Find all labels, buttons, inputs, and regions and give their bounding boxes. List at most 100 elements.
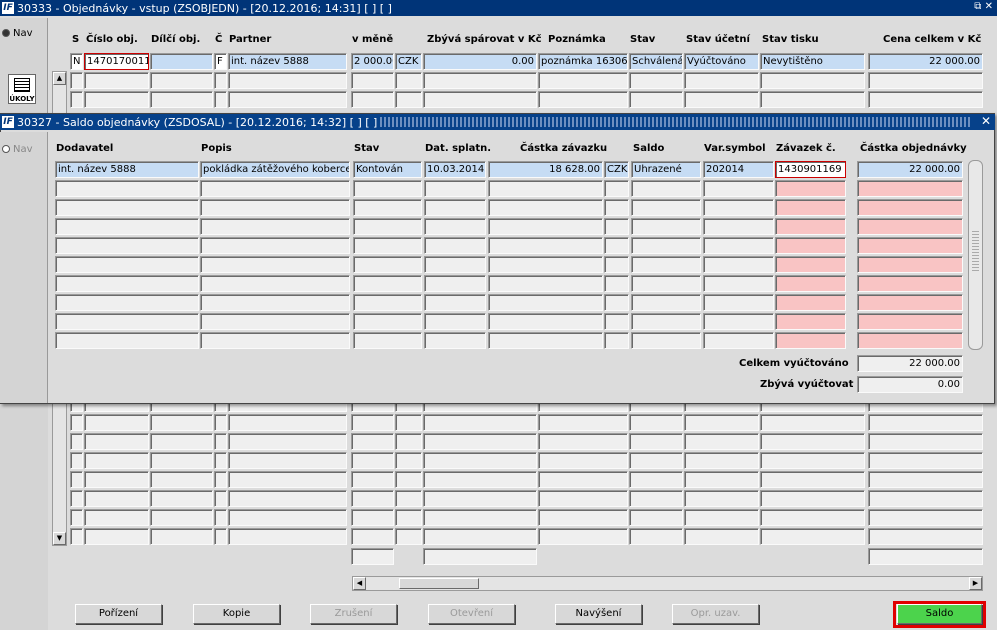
saldo-empty-cell[interactable]	[424, 256, 486, 273]
main-empty-cell[interactable]	[760, 433, 865, 450]
saldo-empty-cell[interactable]	[703, 275, 774, 292]
main-empty-cell[interactable]	[70, 471, 83, 488]
main-empty-cell[interactable]	[423, 433, 537, 450]
main-empty-cell[interactable]	[760, 490, 865, 507]
saldo-row1-saldo[interactable]: Uhrazené	[631, 161, 701, 178]
main-empty-cell[interactable]	[423, 91, 537, 108]
main-empty-cell[interactable]	[760, 414, 865, 431]
main-empty-cell[interactable]	[84, 72, 149, 89]
main-empty-cell[interactable]	[351, 433, 394, 450]
row1-zbyva[interactable]: 0.00	[423, 53, 537, 70]
saldo-empty-cell[interactable]	[488, 256, 603, 273]
main-empty-cell[interactable]	[684, 452, 759, 469]
main-empty-cell[interactable]	[684, 490, 759, 507]
saldo-empty-cell[interactable]	[631, 199, 701, 216]
main-empty-cell[interactable]	[684, 509, 759, 526]
saldo-empty-cell[interactable]	[488, 199, 603, 216]
saldo-empty-cell[interactable]	[353, 199, 422, 216]
saldo-empty-cell[interactable]	[200, 256, 350, 273]
saldo-empty-cell[interactable]	[631, 275, 701, 292]
main-empty-cell[interactable]	[538, 433, 628, 450]
row1-stav-ucetni[interactable]: Vyúčtováno	[684, 53, 759, 70]
main-empty-cell[interactable]	[868, 471, 983, 488]
porizeni-button[interactable]: Pořízení	[75, 604, 162, 624]
saldo-empty-cell[interactable]	[200, 218, 350, 235]
main-empty-cell[interactable]	[214, 433, 227, 450]
main-empty-cell[interactable]	[760, 72, 865, 89]
main-empty-cell[interactable]	[684, 91, 759, 108]
saldo-empty-cell[interactable]	[703, 237, 774, 254]
scroll-down-arrow-icon[interactable]: ▼	[53, 532, 66, 545]
saldo-empty-cell[interactable]	[200, 332, 350, 349]
saldo-empty-cell[interactable]	[604, 275, 629, 292]
main-empty-cell[interactable]	[395, 509, 422, 526]
saldo-empty-cell[interactable]	[604, 199, 629, 216]
main-empty-cell[interactable]	[629, 471, 683, 488]
scroll-right-arrow-icon[interactable]: ▶	[969, 577, 982, 590]
saldo-nav-radio[interactable]: Nav	[2, 144, 33, 155]
saldo-empty-cell[interactable]	[775, 275, 846, 292]
saldo-empty-cell[interactable]	[488, 218, 603, 235]
main-empty-cell[interactable]	[351, 471, 394, 488]
saldo-vertical-scrollbar[interactable]	[968, 160, 983, 350]
saldo-row1-zavazek-c[interactable]: 1430901169	[775, 161, 846, 178]
main-empty-cell[interactable]	[760, 452, 865, 469]
main-empty-cell[interactable]	[228, 490, 347, 507]
saldo-empty-cell[interactable]	[353, 313, 422, 330]
saldo-empty-cell[interactable]	[857, 199, 963, 216]
main-empty-cell[interactable]	[351, 91, 394, 108]
window-restore-icon[interactable]: ⧉ ✕	[974, 1, 993, 12]
saldo-empty-cell[interactable]	[353, 237, 422, 254]
saldo-empty-cell[interactable]	[424, 237, 486, 254]
saldo-empty-cell[interactable]	[200, 199, 350, 216]
main-empty-cell[interactable]	[868, 91, 983, 108]
saldo-empty-cell[interactable]	[857, 256, 963, 273]
saldo-empty-cell[interactable]	[55, 294, 199, 311]
saldo-row1-dat-splatn[interactable]: 10.03.2014	[424, 161, 486, 178]
saldo-empty-cell[interactable]	[55, 256, 199, 273]
row1-mena[interactable]: CZK	[395, 53, 422, 70]
main-empty-cell[interactable]	[351, 414, 394, 431]
main-empty-cell[interactable]	[760, 91, 865, 108]
main-empty-cell[interactable]	[684, 471, 759, 488]
row1-v-mene[interactable]: 2 000.00	[351, 53, 394, 70]
nav-radio[interactable]: Nav	[2, 28, 33, 39]
saldo-empty-cell[interactable]	[353, 180, 422, 197]
saldo-empty-cell[interactable]	[703, 180, 774, 197]
main-empty-cell[interactable]	[351, 452, 394, 469]
saldo-empty-cell[interactable]	[424, 313, 486, 330]
main-empty-cell[interactable]	[70, 433, 83, 450]
main-empty-cell[interactable]	[228, 414, 347, 431]
scroll-up-arrow-icon[interactable]: ▲	[53, 72, 66, 85]
saldo-empty-cell[interactable]	[55, 218, 199, 235]
saldo-empty-cell[interactable]	[703, 332, 774, 349]
main-empty-cell[interactable]	[351, 509, 394, 526]
main-empty-cell[interactable]	[150, 72, 213, 89]
saldo-empty-cell[interactable]	[353, 275, 422, 292]
saldo-empty-cell[interactable]	[424, 199, 486, 216]
main-empty-cell[interactable]	[214, 528, 227, 545]
main-empty-cell[interactable]	[423, 509, 537, 526]
saldo-empty-cell[interactable]	[631, 332, 701, 349]
saldo-empty-cell[interactable]	[631, 180, 701, 197]
main-empty-cell[interactable]	[423, 72, 537, 89]
saldo-empty-cell[interactable]	[424, 332, 486, 349]
main-empty-cell[interactable]	[351, 72, 394, 89]
saldo-empty-cell[interactable]	[200, 180, 350, 197]
main-empty-cell[interactable]	[228, 471, 347, 488]
main-empty-cell[interactable]	[629, 452, 683, 469]
main-empty-cell[interactable]	[228, 528, 347, 545]
saldo-empty-cell[interactable]	[857, 237, 963, 254]
row1-partner[interactable]: int. název 5888	[228, 53, 347, 70]
saldo-empty-cell[interactable]	[424, 294, 486, 311]
main-empty-cell[interactable]	[70, 509, 83, 526]
main-empty-cell[interactable]	[868, 490, 983, 507]
main-empty-cell[interactable]	[629, 509, 683, 526]
main-empty-cell[interactable]	[395, 471, 422, 488]
saldo-row1-castka-objednavky[interactable]: 22 000.00	[857, 161, 963, 178]
main-empty-cell[interactable]	[214, 91, 227, 108]
saldo-empty-cell[interactable]	[55, 199, 199, 216]
saldo-empty-cell[interactable]	[631, 313, 701, 330]
main-empty-cell[interactable]	[684, 414, 759, 431]
navyseni-button[interactable]: Navýšení	[555, 604, 642, 624]
